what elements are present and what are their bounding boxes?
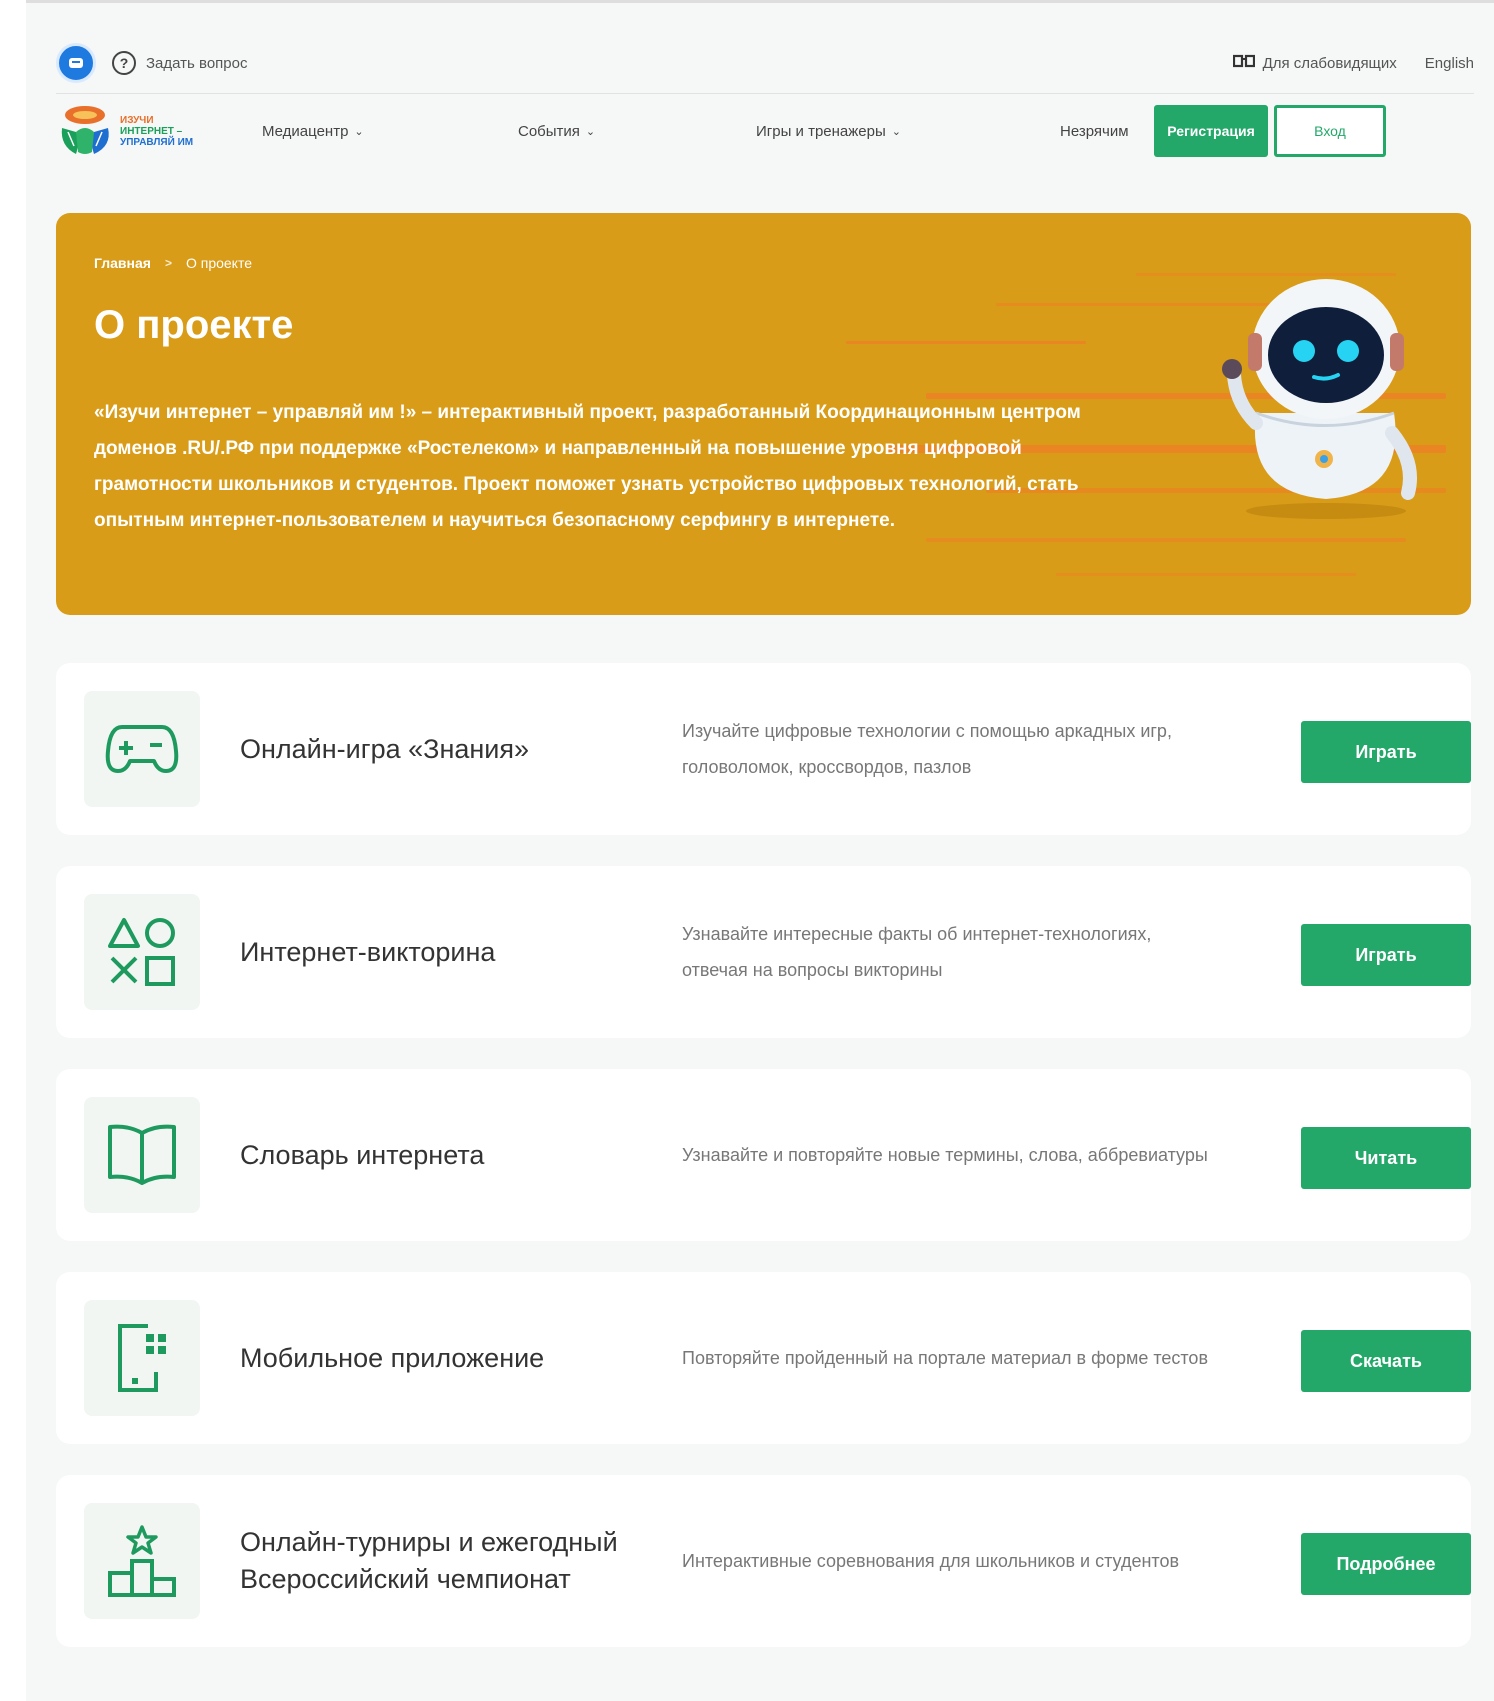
page-title: О проекте — [94, 303, 294, 347]
play-button[interactable]: Играть — [1301, 924, 1471, 986]
card-tournaments: Онлайн-турниры и ежегодный Всероссийский… — [56, 1475, 1471, 1647]
podium-icon — [84, 1503, 200, 1619]
register-button[interactable]: Регистрация — [1154, 105, 1268, 157]
shapes-icon — [84, 894, 200, 1010]
site-logo[interactable]: Изучи интернет – управляй им — [56, 102, 256, 160]
card-online-game: Онлайн-игра «Знания» Изучайте цифровые т… — [56, 663, 1471, 835]
card-description: Узнавайте и повторяйте новые термины, сл… — [682, 1145, 1208, 1165]
card-mobile-app: Мобильное приложение Повторяйте пройденн… — [56, 1272, 1471, 1444]
card-title: Онлайн-турниры и ежегодный Всероссийский… — [240, 1527, 618, 1594]
nav-item-label: Медиацентр — [262, 122, 349, 140]
question-icon[interactable]: ? — [112, 51, 136, 75]
card-title: Мобильное приложение — [240, 1342, 545, 1373]
chevron-down-icon: ⌄ — [354, 125, 364, 138]
chevron-down-icon: ⌄ — [585, 125, 596, 138]
hero-description: «Изучи интернет – управляй им !» – интер… — [94, 402, 1081, 531]
card-quiz: Интернет-викторина Узнавайте интересные … — [56, 866, 1471, 1038]
card-description: Интерактивные соревнования для школьнико… — [682, 1551, 1180, 1571]
chat-icon — [69, 58, 83, 68]
logo-icon — [61, 106, 109, 154]
nav-item-games[interactable]: Игры и тренажеры ⌄ — [756, 123, 901, 140]
mobile-app-icon — [84, 1300, 200, 1416]
ask-question-link[interactable]: Задать вопрос — [146, 55, 247, 72]
robot-mascot-icon — [1222, 279, 1417, 519]
read-button[interactable]: Читать — [1301, 1127, 1471, 1189]
breadcrumb-home[interactable]: Главная — [94, 255, 151, 271]
card-title: Онлайн-игра «Знания» — [240, 733, 530, 764]
nav-item-mediacenter[interactable]: Медиацентр ⌄ — [262, 123, 364, 140]
page-frame: ? Задать вопрос Для слабовидящих English — [26, 0, 1494, 1701]
download-button[interactable]: Скачать — [1301, 1330, 1471, 1392]
card-title: Словарь интернета — [240, 1139, 485, 1170]
nav-item-label: Незрячим — [1060, 122, 1129, 140]
chevron-down-icon: ⌄ — [891, 125, 901, 138]
nav-item-label: События — [518, 122, 580, 140]
accessibility-link[interactable]: Для слабовидящих — [1263, 55, 1397, 72]
card-description: Изучайте цифровые технологии с помощью а… — [682, 721, 1172, 777]
logo-line-1: Изучи — [120, 114, 154, 126]
nav-item-blind[interactable]: Незрячим — [1060, 123, 1129, 140]
card-title: Интернет-викторина — [240, 936, 496, 967]
logo-text: Изучи интернет – управляй им — [120, 115, 193, 148]
login-button[interactable]: Вход — [1274, 105, 1386, 157]
decor-streak — [846, 341, 1086, 344]
gamepad-icon — [84, 691, 200, 807]
telegram-icon[interactable] — [56, 43, 96, 83]
book-icon — [84, 1097, 200, 1213]
main-nav: Изучи интернет – управляй им Медиацентр … — [56, 98, 1494, 164]
breadcrumb: Главная > О проекте — [94, 255, 252, 271]
card-description: Узнавайте интересные факты об интернет-т… — [682, 924, 1152, 980]
top-bar: ? Задать вопрос Для слабовидящих English — [56, 33, 1474, 94]
nav-item-label: Игры и тренажеры — [756, 122, 886, 140]
logo-line-2: интернет – — [120, 125, 183, 137]
hero-banner: Главная > О проекте О проекте «Изучи инт… — [56, 213, 1471, 615]
breadcrumb-current: О проекте — [185, 255, 252, 271]
logo-line-3: управляй им — [120, 136, 194, 148]
glasses-icon[interactable] — [1232, 54, 1255, 73]
nav-item-events[interactable]: События ⌄ — [518, 123, 595, 140]
play-button[interactable]: Играть — [1301, 721, 1471, 783]
more-button[interactable]: Подробнее — [1301, 1533, 1471, 1595]
card-dictionary: Словарь интернета Узнавайте и повторяйте… — [56, 1069, 1471, 1241]
breadcrumb-separator: > — [164, 256, 172, 270]
card-description: Повторяйте пройденный на портале материа… — [682, 1348, 1209, 1368]
language-switch[interactable]: English — [1425, 55, 1474, 72]
decor-streak — [1056, 573, 1356, 576]
